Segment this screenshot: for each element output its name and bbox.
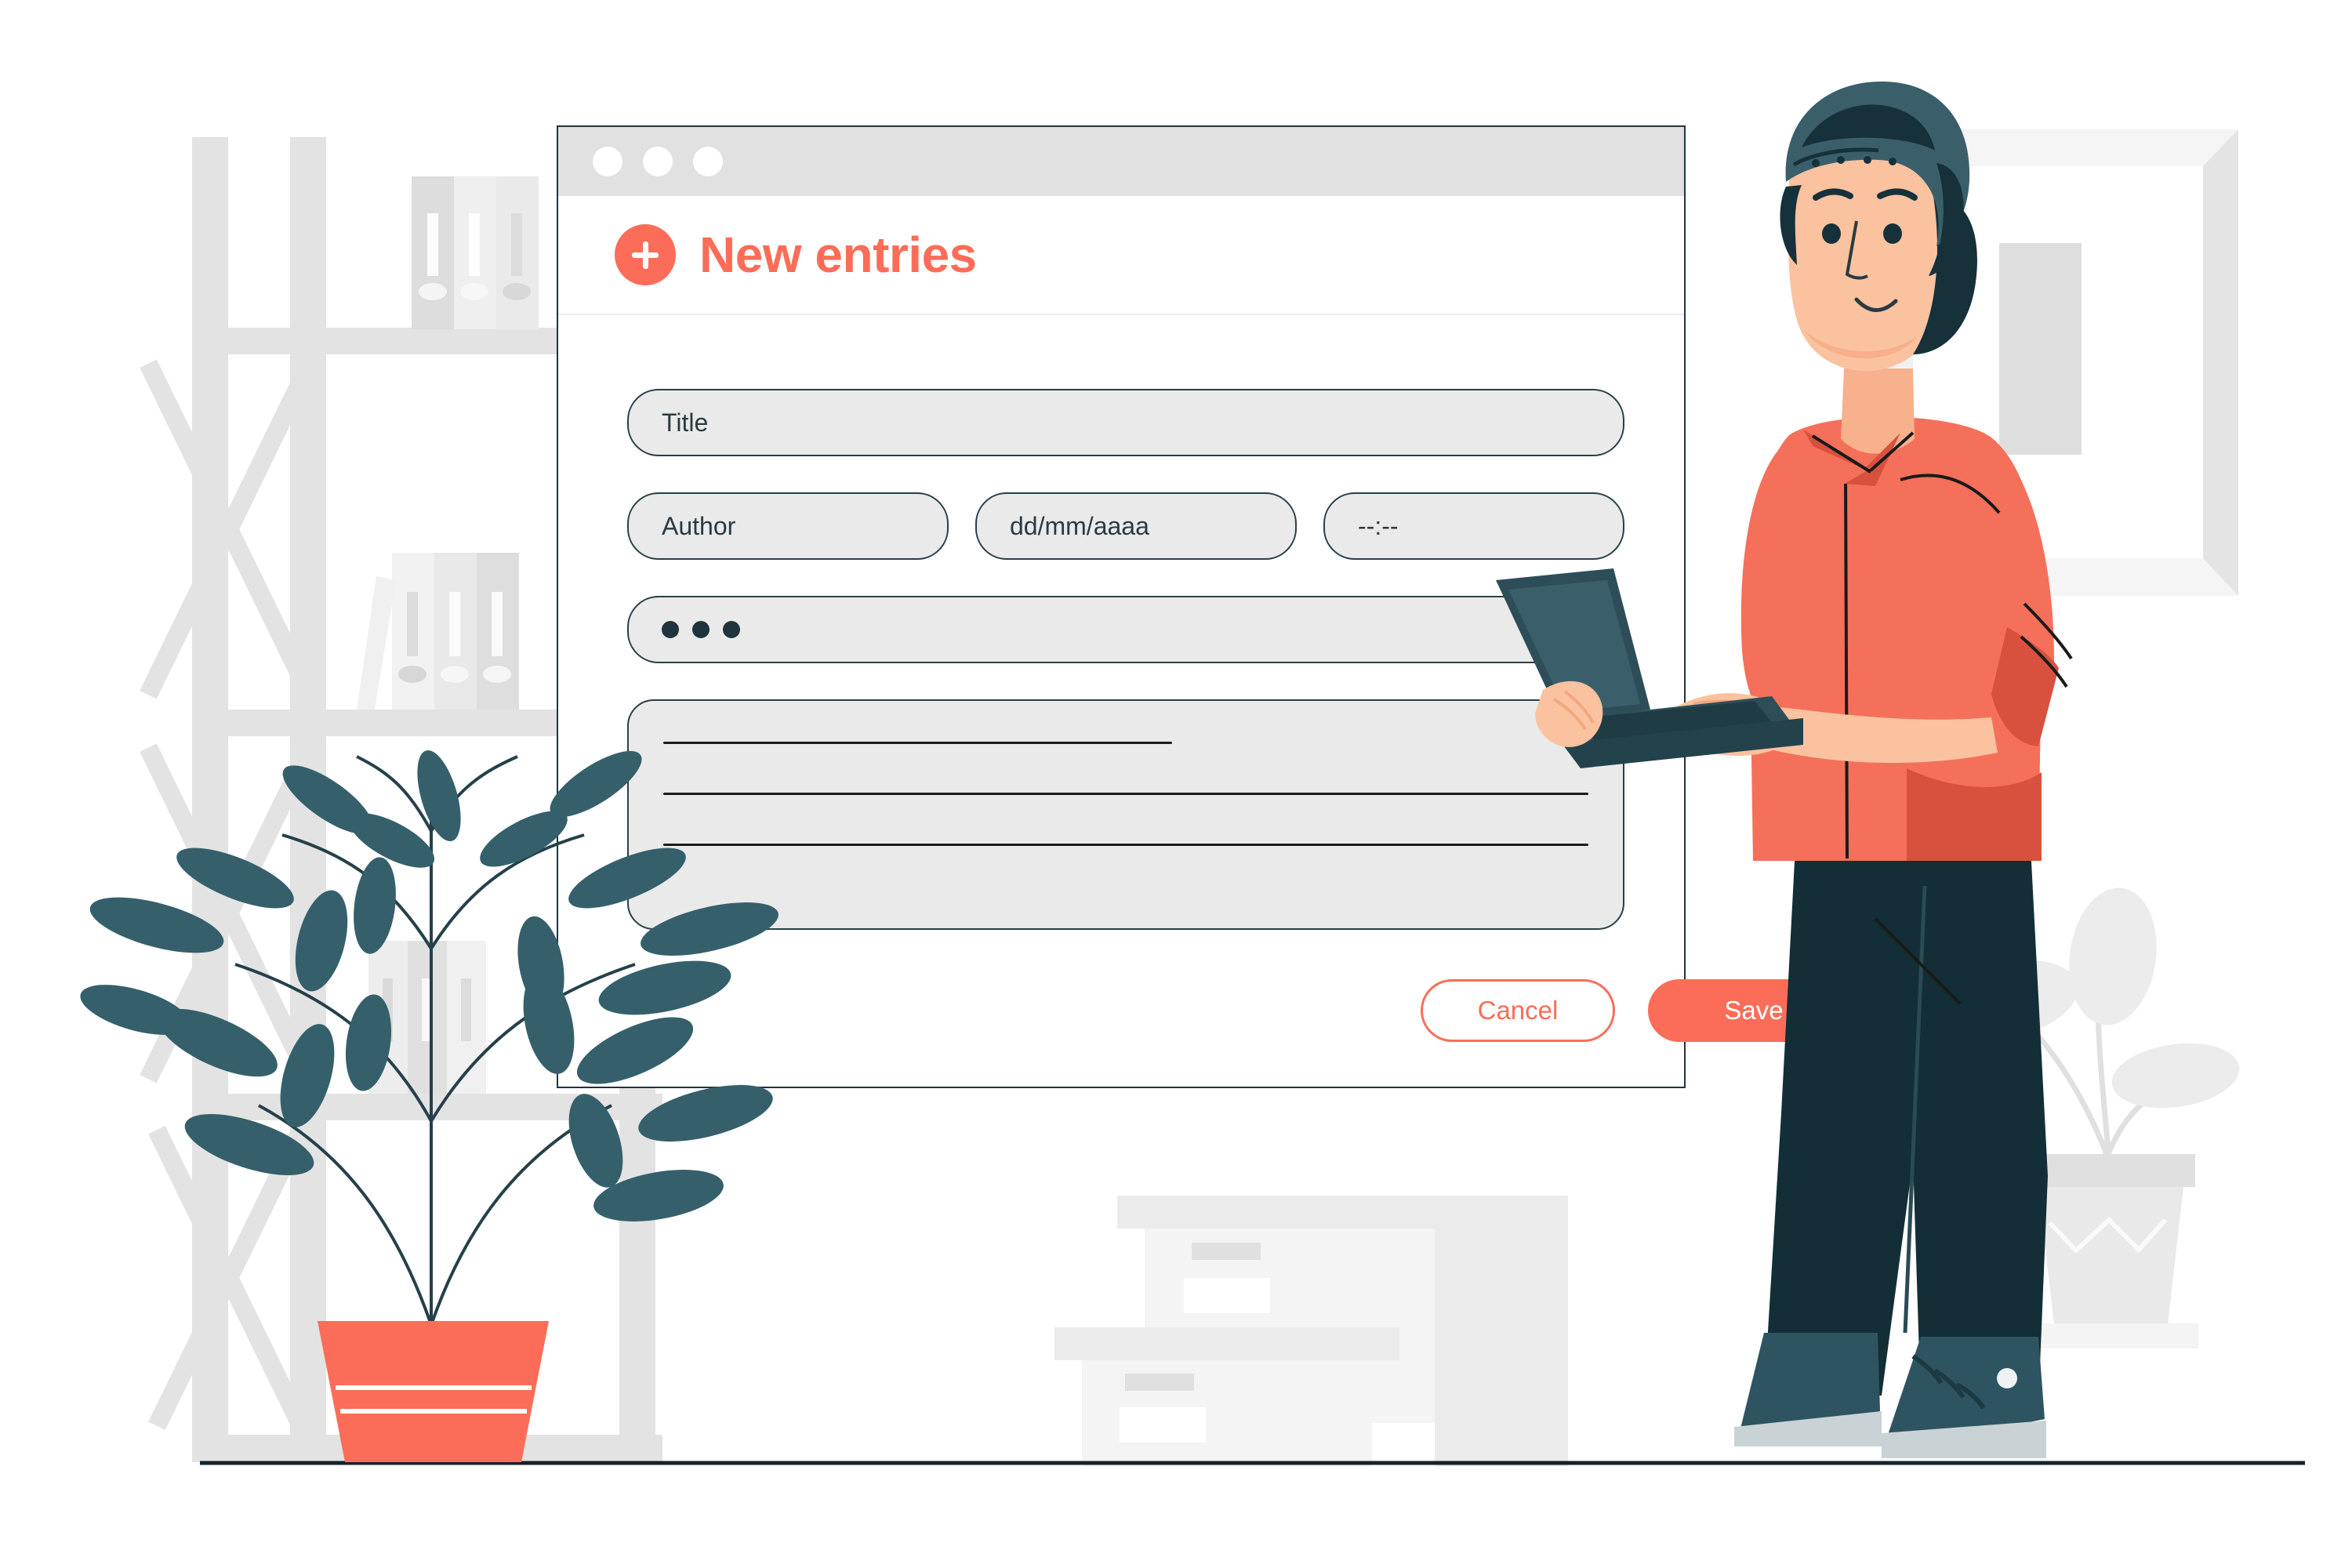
- foreground-plant: [80, 750, 779, 1462]
- plant-pot: [318, 1321, 549, 1462]
- illustration-canvas: New entries Title Author dd/mm/aaaa --:-…: [0, 0, 2352, 1568]
